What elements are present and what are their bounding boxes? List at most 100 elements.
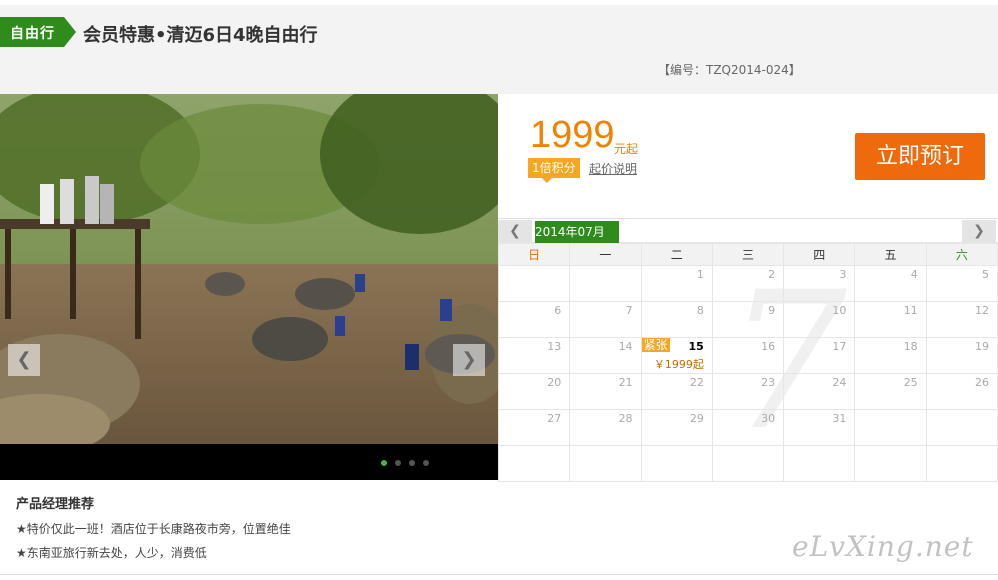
day-cell: 17 bbox=[783, 337, 856, 374]
recommend-title: 产品经理推荐 bbox=[16, 497, 95, 512]
day-cell bbox=[925, 409, 998, 446]
day-number: 2 bbox=[768, 268, 776, 281]
day-number: 8 bbox=[696, 304, 704, 317]
day-number: 6 bbox=[554, 304, 562, 317]
day-number: 22 bbox=[689, 376, 704, 389]
product-header: 自由行 会员特惠•清迈6日4晚自由行 【编号：TZQ2014-024】 bbox=[0, 5, 998, 94]
day-cell bbox=[783, 445, 856, 482]
day-cell: 24 bbox=[783, 373, 856, 410]
day-number: 1 bbox=[696, 268, 704, 281]
day-cell: 7 bbox=[569, 301, 642, 338]
day-cell: 13 bbox=[497, 337, 571, 374]
day-number: 11 bbox=[903, 304, 918, 317]
gallery-dot-3[interactable] bbox=[409, 460, 415, 466]
availability-badge: 紧张 bbox=[641, 338, 670, 352]
day-number: 16 bbox=[761, 340, 776, 353]
day-cell: 6 bbox=[497, 301, 571, 338]
calendar-next-button[interactable]: ❯ bbox=[962, 220, 996, 242]
site-watermark: eLvXing.net bbox=[792, 530, 974, 563]
weekday-mon: 一 bbox=[569, 243, 642, 266]
page-title: 会员特惠•清迈6日4晚自由行 bbox=[83, 25, 318, 46]
day-cell: 29 bbox=[640, 409, 713, 446]
day-cell bbox=[640, 445, 713, 482]
day-number: 9 bbox=[768, 304, 776, 317]
day-cell: 20 bbox=[497, 373, 571, 410]
day-cell bbox=[497, 445, 571, 482]
points-badge-tip bbox=[542, 178, 552, 183]
week-row bbox=[497, 445, 998, 482]
day-number: 31 bbox=[832, 412, 847, 425]
day-number: 25 bbox=[903, 376, 918, 389]
week-row: 1 2 3 4 5 bbox=[497, 265, 998, 302]
day-price: ￥1999起 bbox=[653, 358, 704, 371]
day-cell bbox=[569, 445, 642, 482]
day-cell: 31 bbox=[783, 409, 856, 446]
book-now-button[interactable]: 立即预订 bbox=[855, 133, 985, 180]
weekday-fri: 五 bbox=[854, 243, 927, 266]
recommend-item: ★特价仅此一班！酒店位于长康路夜市旁，位置绝佳 bbox=[16, 522, 291, 536]
available-day-cell[interactable]: 紧张 15 ￥1999起 bbox=[640, 337, 713, 374]
weekday-row: 日 一 二 三 四 五 六 bbox=[497, 243, 998, 266]
day-cell: 9 bbox=[711, 301, 785, 338]
product-code: 【编号：TZQ2014-024】 bbox=[658, 63, 801, 77]
day-cell: 10 bbox=[783, 301, 856, 338]
departure-calendar: ❮ 2014年07月 ❯ 7 日 一 二 三 四 五 六 1 2 3 4 5 6… bbox=[497, 218, 998, 482]
day-cell: 11 bbox=[854, 301, 927, 338]
gallery-dot-2[interactable] bbox=[395, 460, 401, 466]
day-cell: 22 bbox=[640, 373, 713, 410]
chevron-right-icon: ❯ bbox=[973, 223, 985, 239]
day-cell: 27 bbox=[497, 409, 571, 446]
day-cell: 16 bbox=[711, 337, 785, 374]
day-cell: 2 bbox=[711, 265, 785, 302]
category-tag-label: 自由行 bbox=[10, 26, 55, 42]
day-cell: 25 bbox=[854, 373, 927, 410]
week-row: 20 21 22 23 24 25 26 bbox=[497, 373, 998, 410]
day-cell: 21 bbox=[569, 373, 642, 410]
day-number: 10 bbox=[832, 304, 847, 317]
weekday-sat: 六 bbox=[925, 243, 998, 266]
day-cell: 18 bbox=[854, 337, 927, 374]
day-number: 21 bbox=[618, 376, 633, 389]
day-cell bbox=[497, 265, 571, 302]
day-cell bbox=[711, 445, 785, 482]
day-cell: 28 bbox=[569, 409, 642, 446]
calendar-prev-button[interactable]: ❮ bbox=[498, 220, 532, 242]
day-cell: 30 bbox=[711, 409, 785, 446]
day-cell: 23 bbox=[711, 373, 785, 410]
day-number: 28 bbox=[618, 412, 633, 425]
day-number: 27 bbox=[547, 412, 562, 425]
day-number: 18 bbox=[903, 340, 918, 353]
day-number: 5 bbox=[982, 268, 989, 281]
chevron-left-icon: ❮ bbox=[16, 349, 32, 370]
day-cell: 4 bbox=[854, 265, 927, 302]
points-badge: 1倍积分 bbox=[528, 158, 580, 178]
weekday-tue: 二 bbox=[640, 243, 713, 266]
day-number: 14 bbox=[618, 340, 633, 353]
gallery-dot-1[interactable] bbox=[381, 460, 387, 466]
calendar-nav: ❮ 2014年07月 ❯ bbox=[498, 219, 998, 243]
recommend-item: ★东南亚旅行新去处，人少，消费低 bbox=[16, 546, 207, 560]
gallery-dot-4[interactable] bbox=[423, 460, 429, 466]
gallery-prev-button[interactable]: ❮ bbox=[8, 344, 40, 376]
product-photo: ❮ ❯ bbox=[0, 94, 498, 444]
gallery-pager bbox=[0, 444, 498, 480]
day-number: 17 bbox=[832, 340, 847, 353]
price-amount: 1999 bbox=[530, 114, 615, 156]
calendar-month-label: 2014年07月 bbox=[535, 221, 619, 243]
day-number: 13 bbox=[547, 340, 562, 353]
day-cell bbox=[854, 409, 927, 446]
day-cell: 3 bbox=[783, 265, 856, 302]
day-cell bbox=[925, 445, 998, 482]
price-unit: 元起 bbox=[614, 142, 639, 156]
day-cell: 12 bbox=[925, 301, 998, 338]
day-number: 19 bbox=[975, 340, 989, 353]
weekday-thu: 四 bbox=[783, 243, 856, 266]
day-cell: 19 bbox=[925, 337, 998, 374]
divider bbox=[0, 574, 998, 575]
day-cell: 14 bbox=[569, 337, 642, 374]
chevron-right-icon: ❯ bbox=[461, 349, 477, 370]
price-note-link[interactable]: 起价说明 bbox=[589, 160, 637, 177]
day-number: 4 bbox=[910, 268, 918, 281]
day-number: 30 bbox=[761, 412, 776, 425]
gallery-next-button[interactable]: ❯ bbox=[453, 344, 485, 376]
